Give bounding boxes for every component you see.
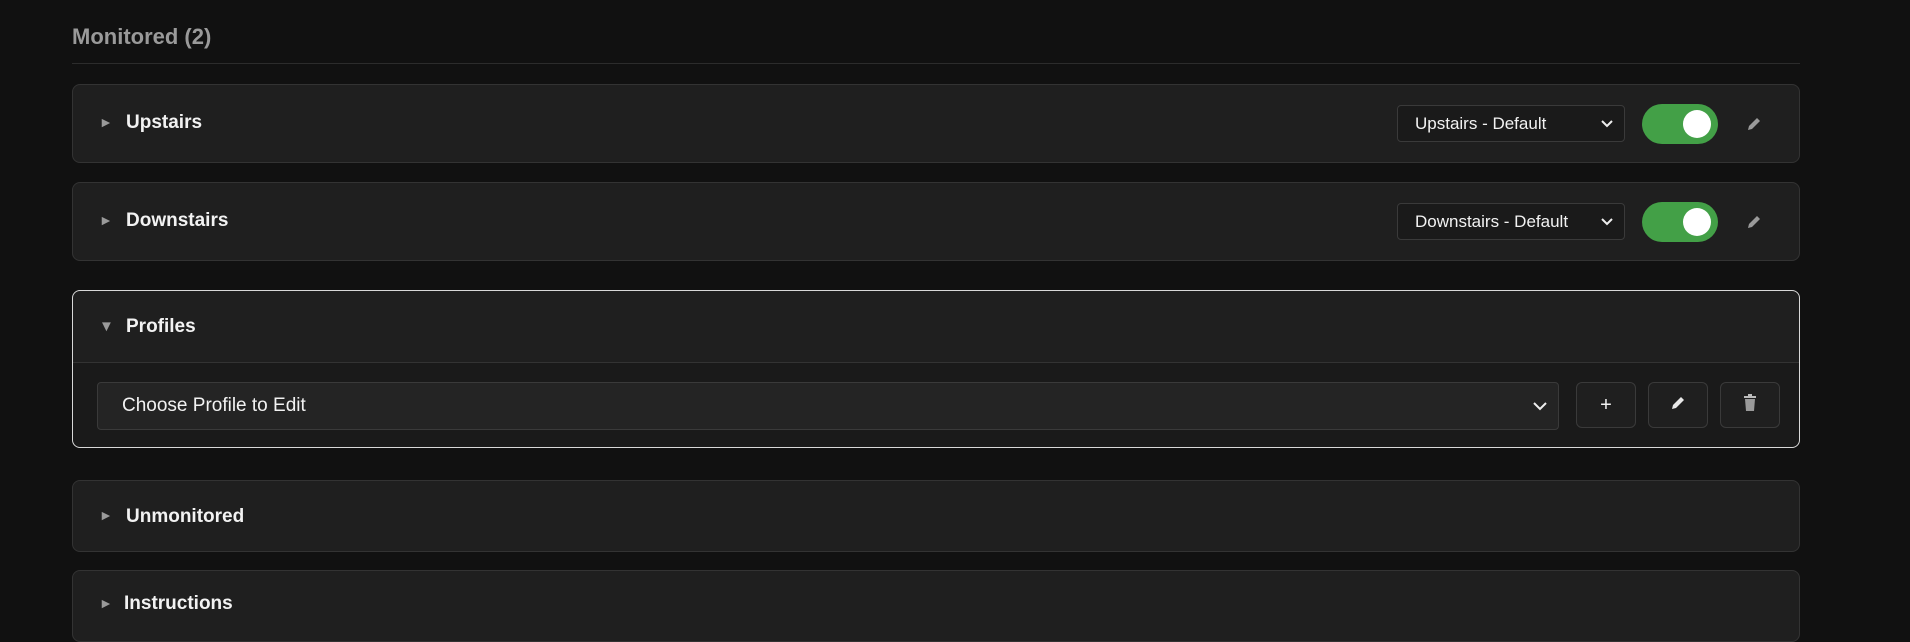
device-card-upstairs[interactable]: ► Upstairs Upstairs - Default [72,84,1800,163]
unmonitored-title: Unmonitored [126,506,245,527]
add-profile-button[interactable]: + [1576,382,1636,428]
profile-select-value: Downstairs - Default [1415,212,1569,231]
profile-select[interactable]: Upstairs - Default [1397,105,1625,142]
toggle-knob [1683,208,1711,236]
expand-arrow-icon[interactable]: ► [99,507,113,523]
unmonitored-panel[interactable]: ► Unmonitored [72,480,1800,552]
monitored-title: Monitored (2) [72,24,212,49]
device-card-downstairs[interactable]: ► Downstairs Downstairs - Default [72,182,1800,261]
plus-icon: + [1600,393,1612,416]
profile-select-value: Upstairs - Default [1415,114,1547,133]
profile-edit-select-value: Choose Profile to Edit [122,395,306,416]
device-name: Downstairs [126,210,229,231]
delete-profile-button[interactable] [1720,382,1780,428]
chevron-down-icon [1532,383,1548,429]
monitor-toggle[interactable] [1642,202,1718,242]
monitored-section-header: Monitored (2) [72,16,1800,64]
profile-select[interactable]: Downstairs - Default [1397,203,1625,240]
profiles-panel: ▼ Profiles Choose Profile to Edit + [72,290,1800,448]
instructions-panel[interactable]: ► Instructions [72,570,1800,642]
expand-arrow-icon[interactable]: ► [99,212,113,228]
edit-profile-button[interactable] [1648,382,1708,428]
expand-arrow-icon[interactable]: ► [99,595,113,611]
device-name: Upstairs [126,112,203,133]
profiles-header[interactable]: ▼ Profiles [73,291,1799,363]
monitor-toggle[interactable] [1642,104,1718,144]
pencil-icon [1669,394,1687,417]
toggle-knob [1683,110,1711,138]
profiles-title: Profiles [126,316,196,337]
pencil-icon[interactable] [1745,115,1763,133]
expand-arrow-icon[interactable]: ► [99,114,113,130]
pencil-icon[interactable] [1745,213,1763,231]
chevron-down-icon [1600,204,1614,239]
profile-edit-select[interactable]: Choose Profile to Edit [97,382,1559,430]
trash-icon [1743,393,1757,417]
collapse-arrow-icon[interactable]: ▼ [99,318,114,335]
chevron-down-icon [1600,106,1614,141]
